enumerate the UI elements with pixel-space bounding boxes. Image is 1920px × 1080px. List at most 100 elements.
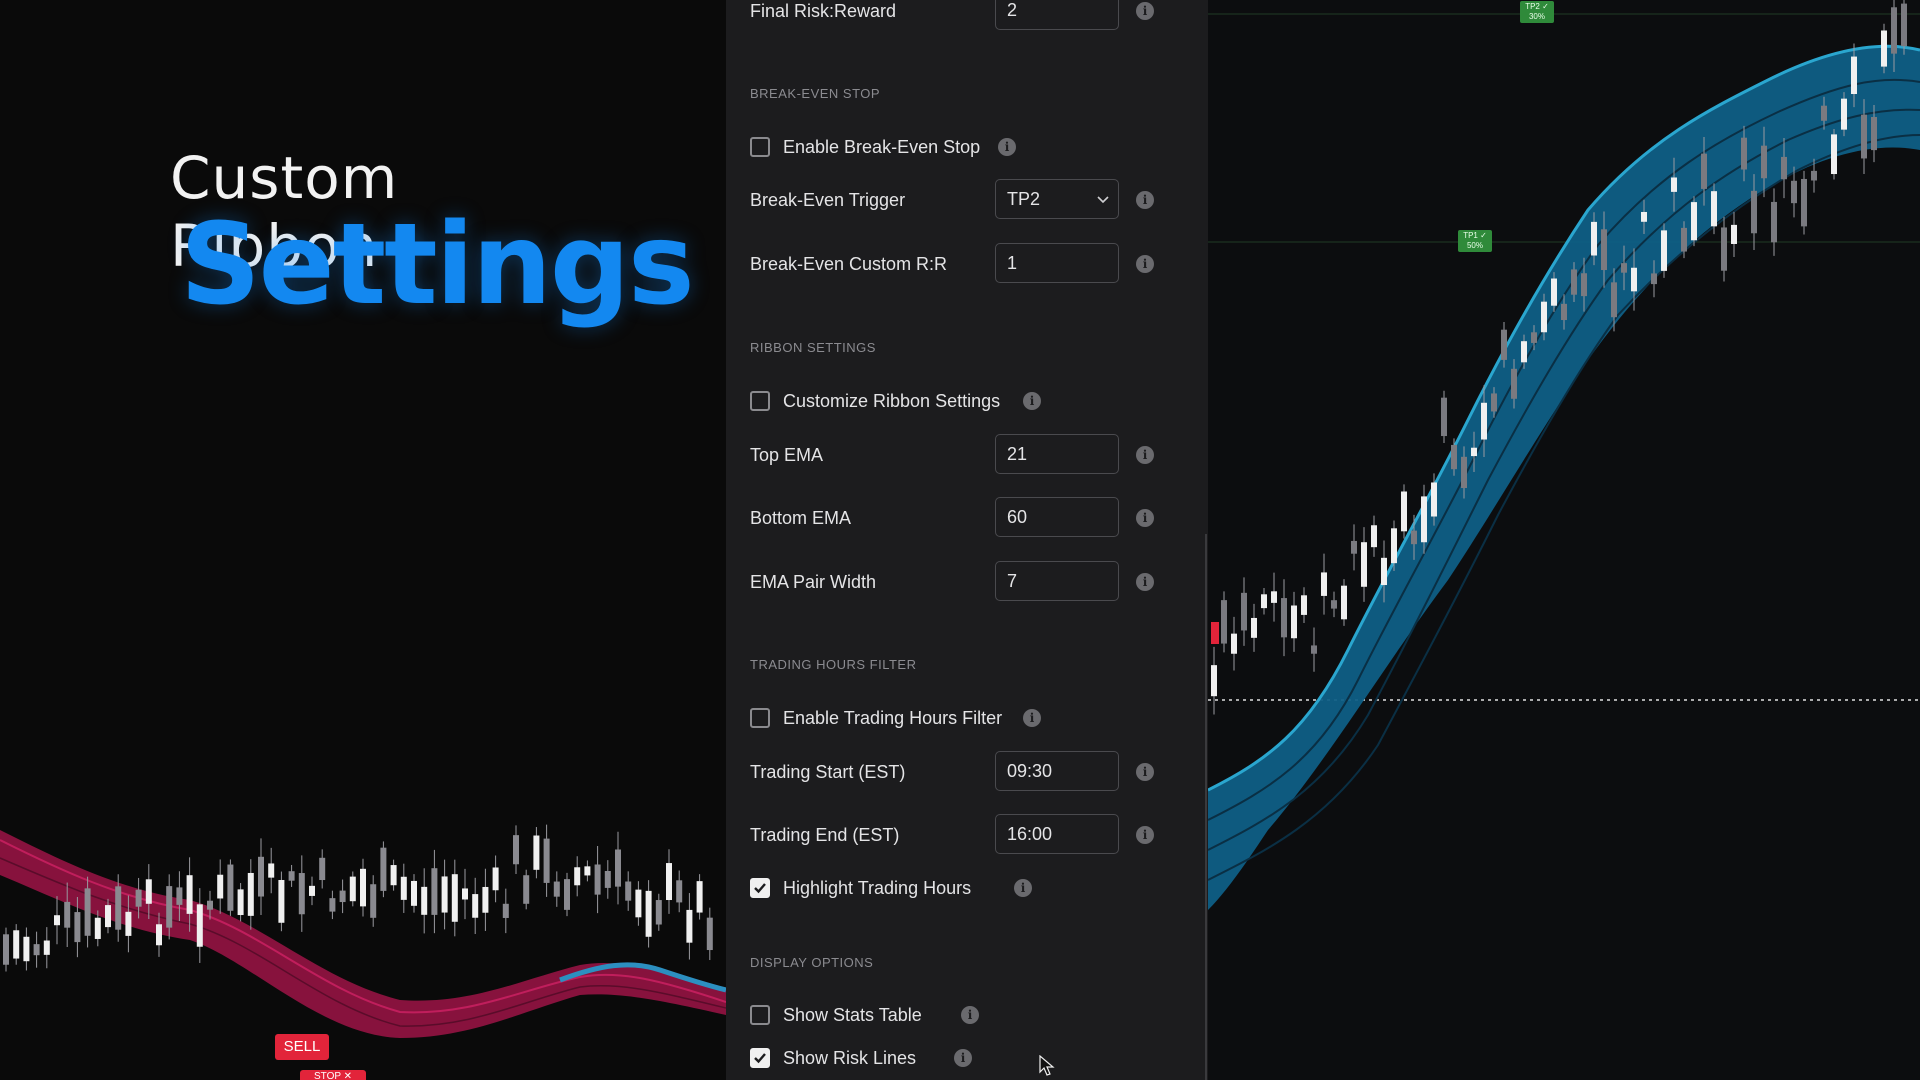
info-icon[interactable]: i bbox=[1014, 879, 1032, 897]
candle-body bbox=[1671, 177, 1677, 192]
candle-body bbox=[258, 856, 264, 897]
candle-body bbox=[1841, 98, 1847, 130]
candle-body bbox=[115, 886, 122, 930]
settings-panel: Final Risk:Reward 2 i BREAK-EVEN STOP En… bbox=[726, 0, 1209, 1080]
break-even-trigger-select[interactable]: TP2 bbox=[995, 179, 1119, 219]
info-icon[interactable]: i bbox=[1136, 255, 1154, 273]
candle-body bbox=[1251, 617, 1257, 638]
info-icon[interactable]: i bbox=[961, 1006, 979, 1024]
highlight-trading-hours-label: Highlight Trading Hours bbox=[783, 878, 972, 898]
candle-body bbox=[227, 864, 234, 911]
top-ema-input[interactable]: 21 bbox=[995, 434, 1119, 474]
candle-body bbox=[339, 890, 346, 903]
final-rr-input[interactable]: 2 bbox=[995, 0, 1119, 30]
candle-body bbox=[278, 879, 285, 923]
info-icon[interactable]: i bbox=[1136, 509, 1154, 527]
bottom-ema-input[interactable]: 60 bbox=[995, 497, 1119, 537]
trading-start-input[interactable]: 09:30 bbox=[995, 751, 1119, 791]
info-icon[interactable]: i bbox=[1136, 826, 1154, 844]
candle-body bbox=[706, 917, 713, 951]
enable-trading-hours-checkbox[interactable] bbox=[750, 708, 770, 728]
candle-body bbox=[1871, 117, 1877, 151]
candle-body bbox=[676, 880, 683, 903]
info-icon[interactable]: i bbox=[1136, 2, 1154, 20]
candle-body bbox=[574, 867, 581, 886]
customize-ribbon-label: Customize Ribbon Settings bbox=[783, 391, 1001, 411]
final-rr-row: Final Risk:Reward 2 i bbox=[750, 0, 1170, 33]
section-display-options: DISPLAY OPTIONS bbox=[750, 955, 874, 970]
candle-body bbox=[1401, 491, 1407, 532]
info-icon[interactable]: i bbox=[1136, 191, 1154, 209]
candle-body bbox=[74, 912, 81, 943]
candle-body bbox=[686, 909, 693, 943]
checkmark-icon bbox=[754, 883, 766, 894]
candle-body bbox=[1801, 178, 1807, 227]
candle-body bbox=[1791, 180, 1797, 204]
candle-body bbox=[23, 936, 30, 962]
show-stats-table-label: Show Stats Table bbox=[783, 1005, 922, 1025]
candle-body bbox=[1861, 114, 1867, 159]
ema-pair-width-input[interactable]: 7 bbox=[995, 561, 1119, 601]
info-icon[interactable]: i bbox=[1023, 709, 1041, 727]
candle-body bbox=[400, 876, 407, 900]
enable-break-even-label: Enable Break-Even Stop bbox=[783, 137, 981, 157]
candle-body bbox=[1521, 341, 1527, 363]
mouse-cursor-icon bbox=[1039, 1055, 1055, 1076]
section-break-even: BREAK-EVEN STOP bbox=[750, 86, 881, 101]
candle-body bbox=[1721, 227, 1727, 271]
info-icon[interactable]: i bbox=[1023, 392, 1041, 410]
candle-body bbox=[105, 905, 111, 928]
candle-body bbox=[1601, 229, 1607, 271]
candle-body bbox=[1421, 496, 1427, 543]
candle-body bbox=[1241, 592, 1247, 631]
candle-body bbox=[1471, 447, 1477, 457]
candle-body bbox=[1291, 605, 1297, 639]
candle-body bbox=[1551, 278, 1557, 306]
tp1-percent: 50% bbox=[1466, 241, 1483, 250]
candle-body bbox=[1741, 137, 1747, 170]
break-even-trigger-row: Break-Even Trigger TP2 i bbox=[750, 178, 1170, 222]
candle-body bbox=[1891, 7, 1897, 54]
show-risk-lines-checkbox[interactable] bbox=[750, 1048, 770, 1068]
candle-body bbox=[1811, 170, 1817, 181]
candle-body bbox=[176, 887, 183, 905]
candle-body bbox=[1651, 273, 1657, 285]
info-icon[interactable]: i bbox=[1136, 446, 1154, 464]
info-icon[interactable]: i bbox=[998, 138, 1016, 156]
trading-end-input[interactable]: 16:00 bbox=[995, 814, 1119, 854]
candle-body bbox=[584, 866, 591, 876]
candle-body bbox=[1691, 202, 1697, 241]
candle-body bbox=[1231, 633, 1237, 654]
candle-body bbox=[309, 885, 315, 896]
candle-body bbox=[43, 940, 50, 955]
candle-body bbox=[553, 881, 560, 897]
candle-body bbox=[1641, 211, 1647, 222]
break-even-custom-rr-input[interactable]: 1 bbox=[995, 243, 1119, 283]
candle-body bbox=[1501, 329, 1507, 360]
candle-body bbox=[492, 867, 499, 891]
ema-pair-width-label: EMA Pair Width bbox=[750, 572, 877, 592]
candle-body bbox=[523, 875, 530, 904]
candle-body bbox=[1431, 482, 1437, 517]
show-stats-table-checkbox[interactable] bbox=[750, 1005, 770, 1025]
candle-body bbox=[533, 835, 540, 870]
candle-body bbox=[1391, 528, 1397, 564]
tp2-label: TP2 ✓ bbox=[1525, 2, 1549, 11]
candle-body bbox=[1371, 525, 1377, 548]
info-icon[interactable]: i bbox=[1136, 573, 1154, 591]
info-icon[interactable]: i bbox=[1136, 763, 1154, 781]
candle-body bbox=[370, 884, 377, 918]
enable-break-even-checkbox[interactable] bbox=[750, 137, 770, 157]
candle-body bbox=[1591, 221, 1597, 256]
panel-scrollbar[interactable] bbox=[1205, 534, 1207, 1080]
info-icon[interactable]: i bbox=[954, 1049, 972, 1067]
candle-body bbox=[1701, 153, 1707, 189]
tp2-percent: 30% bbox=[1528, 12, 1545, 21]
stop-signal-badge: STOP ✕ bbox=[300, 1070, 366, 1080]
candle-body bbox=[472, 894, 479, 918]
candle-body bbox=[1581, 273, 1587, 297]
customize-ribbon-checkbox[interactable] bbox=[750, 391, 770, 411]
candle-body bbox=[1461, 456, 1467, 489]
candle-body bbox=[329, 898, 336, 912]
highlight-trading-hours-checkbox[interactable] bbox=[750, 878, 770, 898]
